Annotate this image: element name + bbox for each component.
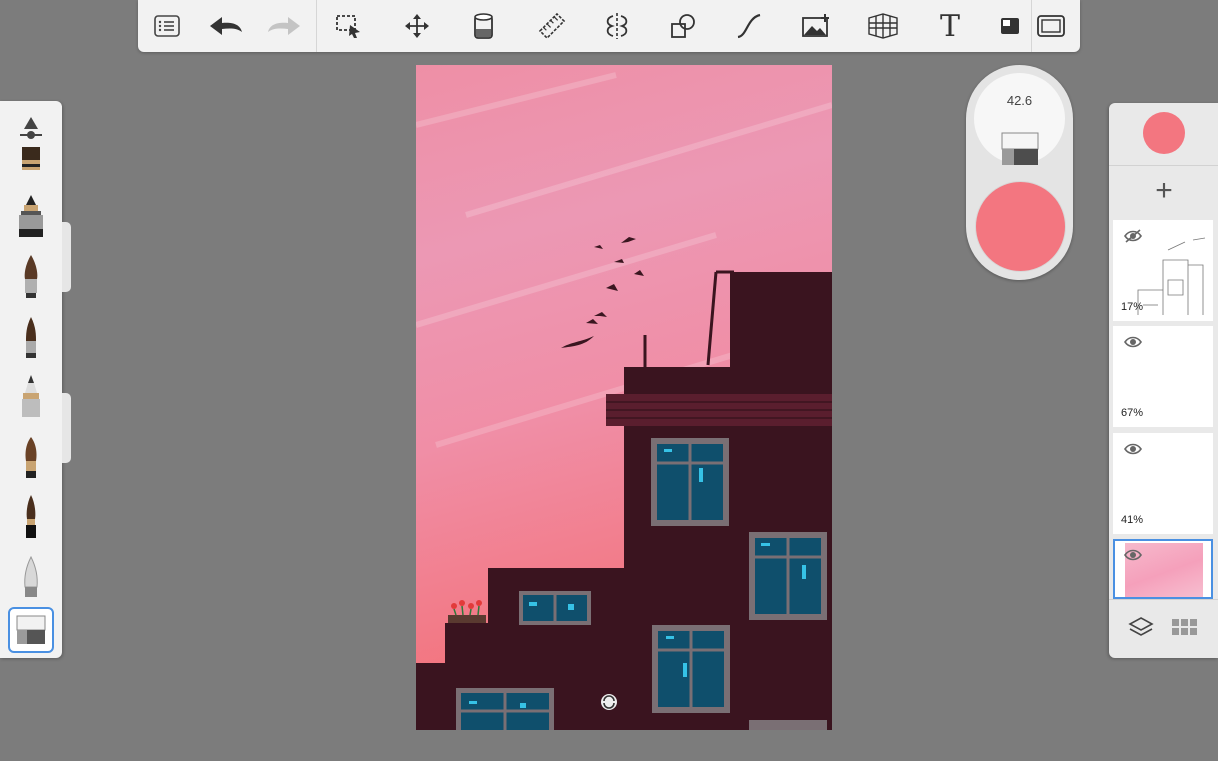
brush-panel-scroll-tab[interactable]	[62, 393, 71, 463]
brush-size-control[interactable]: 42.6	[974, 73, 1065, 165]
ruler-icon[interactable]	[532, 6, 572, 46]
brush-panel-scroll-tab[interactable]	[62, 222, 71, 292]
pointed-brush[interactable]	[8, 311, 54, 361]
grid-view-icon[interactable]	[1171, 617, 1199, 639]
visible-eye-icon[interactable]	[1123, 334, 1143, 350]
layer-opacity: 67%	[1121, 407, 1144, 419]
flipbook-icon[interactable]	[990, 6, 1030, 46]
canvas-rotate-handle-icon[interactable]	[601, 694, 617, 710]
shape-icon[interactable]	[663, 6, 703, 46]
fill-icon[interactable]	[464, 6, 504, 46]
fineliner-brush[interactable]	[8, 491, 54, 541]
visible-eye-icon[interactable]	[1123, 441, 1143, 457]
eraser-icon	[1001, 132, 1039, 165]
panel-divider	[1109, 599, 1218, 600]
text-icon[interactable]: T	[930, 6, 970, 46]
artwork	[416, 72, 832, 730]
curve-icon[interactable]	[729, 6, 769, 46]
transform-icon[interactable]	[397, 6, 437, 46]
eraser-brush[interactable]	[8, 607, 54, 653]
layers-panel: + 17% 67% 41%	[1109, 103, 1218, 658]
brush-size-value: 42.6	[1006, 93, 1033, 108]
layer-opacity: 41%	[1121, 514, 1144, 526]
brush-puck: 42.6	[966, 65, 1073, 280]
layer-opacity: 17%	[1121, 301, 1144, 313]
layer-item[interactable]: 67%	[1113, 326, 1213, 427]
top-toolbar: T	[138, 0, 1080, 52]
paint-brush[interactable]	[8, 251, 54, 301]
layer-item-selected[interactable]	[1113, 539, 1213, 599]
drawing-canvas[interactable]	[416, 65, 832, 730]
add-layer-button[interactable]: +	[1149, 173, 1179, 209]
symmetry-icon[interactable]	[597, 6, 637, 46]
brush-library	[0, 101, 62, 658]
menu-icon[interactable]	[147, 6, 187, 46]
hidden-eye-icon[interactable]	[1123, 228, 1143, 244]
watercolor-brush[interactable]	[8, 431, 54, 481]
layers-icon[interactable]	[1127, 615, 1155, 639]
toolbar-divider	[316, 0, 317, 52]
layer-item[interactable]: 17%	[1113, 220, 1213, 321]
undo-icon[interactable]	[206, 6, 246, 46]
visible-eye-icon[interactable]	[1123, 547, 1143, 563]
layer-item[interactable]: 41%	[1113, 433, 1213, 534]
airbrush[interactable]	[8, 551, 54, 601]
redo-icon[interactable]	[264, 6, 304, 46]
color-picker-swatch[interactable]	[1143, 112, 1185, 154]
fullscreen-icon[interactable]	[1031, 6, 1071, 46]
blender-brush[interactable]	[8, 147, 54, 177]
ink-pen-brush[interactable]	[8, 191, 54, 241]
perspective-icon[interactable]	[863, 6, 903, 46]
selection-icon[interactable]	[329, 6, 369, 46]
image-icon[interactable]	[796, 6, 836, 46]
panel-divider	[1109, 165, 1218, 166]
brush-color-swatch[interactable]	[975, 181, 1066, 272]
pencil-brush[interactable]	[8, 371, 54, 421]
